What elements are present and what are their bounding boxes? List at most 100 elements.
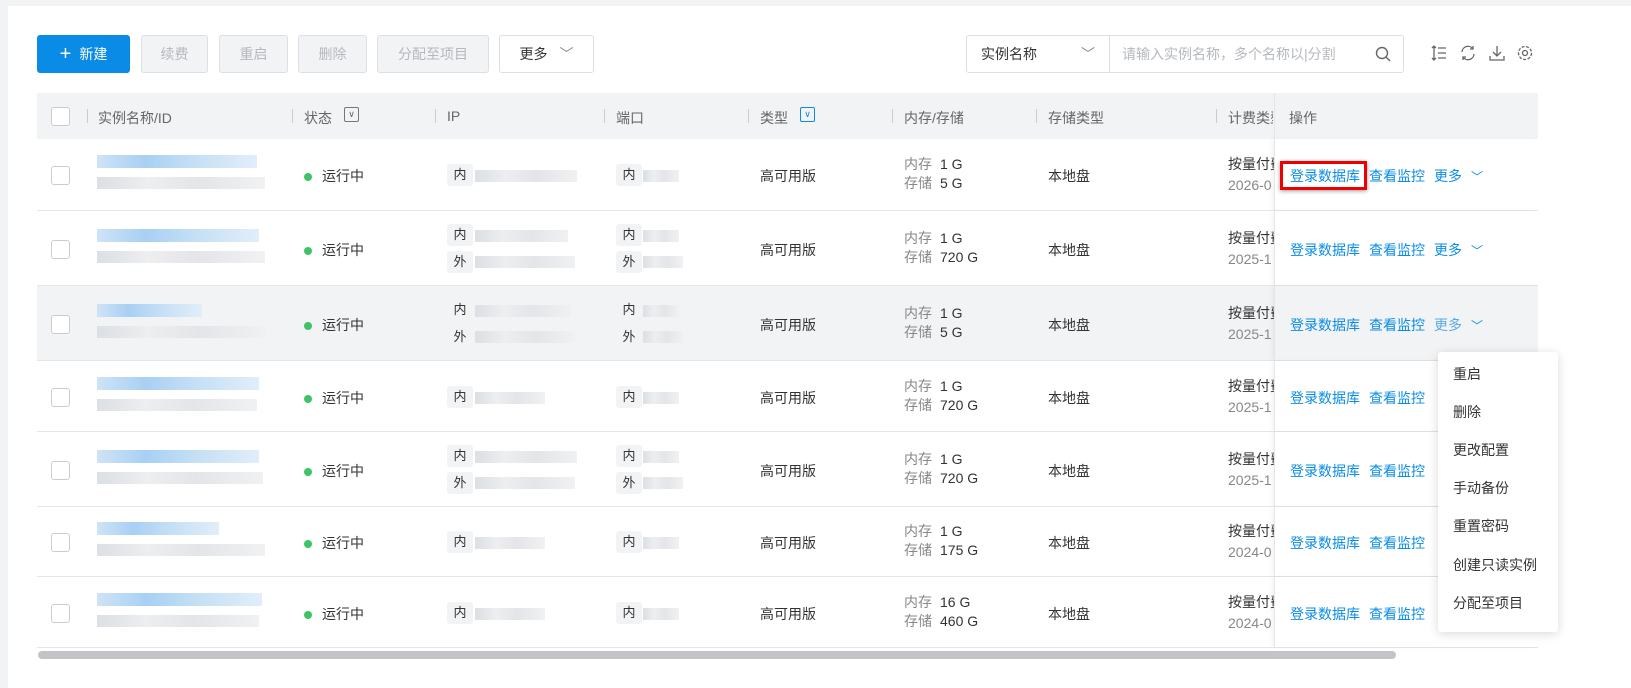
port-inner: 内 <box>616 298 642 321</box>
view-monitor-link[interactable]: 查看监控 <box>1369 242 1425 258</box>
type-cell: 高可用版 <box>760 241 816 258</box>
row-checkbox[interactable] <box>51 460 70 480</box>
mem-storage-cell: 内存 1 G 存储 720 G <box>904 450 978 488</box>
row-checkbox[interactable] <box>51 239 70 259</box>
login-database-link[interactable]: 登录数据库 <box>1290 535 1360 551</box>
status-cell: 运行中 <box>304 604 364 624</box>
port-inner-value <box>643 391 679 404</box>
ip-inner: 内 <box>447 298 473 321</box>
port-inner: 内 <box>616 385 642 408</box>
more-actions-link[interactable]: 更多 <box>1434 242 1462 258</box>
instance-name-link[interactable] <box>97 522 219 535</box>
menu-item[interactable]: 重启 <box>1453 364 1481 384</box>
row-checkbox[interactable] <box>51 166 70 185</box>
view-monitor-link[interactable]: 查看监控 <box>1369 535 1425 551</box>
refresh-icon[interactable] <box>1459 44 1477 62</box>
search-input[interactable]: 请输入实例名称，多个名称以|分割 <box>1110 36 1403 72</box>
instance-name-link[interactable] <box>97 592 262 606</box>
column-sort-icon[interactable] <box>1430 44 1448 62</box>
login-database-link[interactable]: 登录数据库 <box>1290 390 1360 406</box>
instance-name-link[interactable] <box>97 303 202 317</box>
type-filter-icon[interactable]: ∨ <box>800 107 815 122</box>
view-monitor-link[interactable]: 查看监控 <box>1369 606 1425 622</box>
instance-name-link[interactable] <box>97 155 257 168</box>
more-actions-link[interactable]: 更多 <box>1434 317 1462 333</box>
instance-name-link[interactable] <box>97 449 259 463</box>
billing-cell: 按量付费 2024-0 <box>1228 521 1274 563</box>
login-database-link[interactable]: 登录数据库 <box>1290 463 1360 479</box>
storage-label: 存储 <box>904 248 932 265</box>
row-checkbox[interactable] <box>51 603 70 623</box>
view-monitor-link[interactable]: 查看监控 <box>1369 317 1425 333</box>
instance-name-link[interactable] <box>97 228 259 242</box>
storage-value: 5 G <box>940 175 963 191</box>
mem-storage-cell: 内存 16 G 存储 460 G <box>904 593 978 631</box>
new-button[interactable]: + 新建 <box>37 35 130 73</box>
more-button[interactable]: 更多 ﹀ <box>499 35 594 73</box>
table-row[interactable]: 运行中 内 内 高可用版 内存 1 G 存储 720 G 本地盘 按量付费 2025… <box>37 361 1538 432</box>
menu-item[interactable]: 分配至项目 <box>1453 593 1523 613</box>
inner-tag: 内 <box>616 223 642 246</box>
chevron-down-icon[interactable]: ﹀ <box>1471 170 1483 184</box>
download-icon[interactable] <box>1488 44 1506 62</box>
ops-header: 操作 <box>1274 93 1538 139</box>
menu-item[interactable]: 手动备份 <box>1453 478 1509 498</box>
row-checkbox[interactable] <box>51 387 70 407</box>
storage-value: 720 G <box>940 469 979 486</box>
menu-item[interactable]: 创建只读实例 <box>1453 555 1537 575</box>
column-name: 实例名称/ID <box>98 110 172 126</box>
ip-outer-value <box>475 476 575 489</box>
search-icon[interactable] <box>1375 46 1391 62</box>
instance-id <box>97 250 265 263</box>
menu-item[interactable]: 删除 <box>1453 402 1481 422</box>
mem-storage-cell: 内存 1 G 存储 175 G <box>904 522 978 560</box>
assign-project-button[interactable]: 分配至项目 <box>377 35 489 73</box>
login-database-link[interactable]: 登录数据库 <box>1290 317 1360 333</box>
restart-button[interactable]: 重启 <box>219 35 288 73</box>
more-actions-link[interactable]: 更多 <box>1434 168 1462 184</box>
type-cell: 高可用版 <box>760 462 816 479</box>
login-database-link[interactable]: 登录数据库 <box>1290 606 1360 622</box>
outer-tag: 外 <box>447 325 473 348</box>
menu-item[interactable]: 重置密码 <box>1453 516 1509 536</box>
view-monitor-link[interactable]: 查看监控 <box>1369 463 1425 479</box>
inner-tag: 内 <box>447 298 473 321</box>
chevron-down-icon[interactable]: ﹀ <box>1471 319 1483 333</box>
table-row[interactable]: 运行中 内 外 内 外 高可用版 内存 1 G 存储 720 G 本地盘 按量付费 … <box>37 211 1538 286</box>
view-monitor-link[interactable]: 查看监控 <box>1369 390 1425 406</box>
mem-storage-cell: 内存 1 G 存储 5 G <box>904 155 963 193</box>
login-database-link[interactable]: 登录数据库 <box>1290 242 1360 258</box>
select-all-checkbox[interactable] <box>51 107 70 126</box>
horizontal-scrollbar[interactable] <box>38 651 1396 659</box>
more-dropdown-menu: 重启删除更改配置手动备份重置密码创建只读实例 分配至项目 <box>1438 352 1558 632</box>
storage-type-cell: 本地盘 <box>1048 535 1090 551</box>
view-monitor-link[interactable]: 查看监控 <box>1369 168 1425 184</box>
ip-inner: 内 <box>447 223 473 246</box>
storage-label: 存储 <box>904 323 932 340</box>
row-checkbox[interactable] <box>51 314 70 334</box>
settings-gear-icon[interactable] <box>1516 44 1534 62</box>
column-ip: IP <box>447 108 461 124</box>
row-checkbox[interactable] <box>51 533 70 552</box>
chevron-down-icon: ﹀ <box>1081 46 1095 62</box>
column-memory-storage: 内存/存储 <box>904 110 964 126</box>
ops-cell: 登录数据库 查看监控 更多 ﹀ <box>1274 286 1538 360</box>
instance-name-link[interactable] <box>97 376 259 390</box>
renew-button[interactable]: 续费 <box>141 35 208 73</box>
delete-button[interactable]: 删除 <box>298 35 367 73</box>
table-row[interactable]: 运行中 内 外 内 外 高可用版 内存 1 G 存储 5 G 本地盘 按量付费 20… <box>37 286 1538 361</box>
table-row[interactable]: 运行中 内 外 内 外 高可用版 内存 1 G 存储 720 G 本地盘 按量付费 … <box>37 432 1538 507</box>
search-field-select[interactable]: 实例名称 ﹀ <box>967 36 1110 72</box>
mem-value: 1 G <box>940 156 963 172</box>
port-inner: 内 <box>616 531 642 553</box>
status-text: 运行中 <box>322 241 364 258</box>
chevron-down-icon[interactable]: ﹀ <box>1471 244 1483 258</box>
menu-item[interactable]: 更改配置 <box>1453 440 1509 460</box>
storage-value: 720 G <box>940 248 979 265</box>
status-filter-icon[interactable]: ∨ <box>344 107 359 122</box>
ip-outer-value <box>475 330 575 343</box>
mem-value: 1 G <box>940 523 963 539</box>
table-row[interactable]: 运行中 内 内 高可用版 内存 16 G 存储 460 G 本地盘 按量付费 202… <box>37 577 1538 648</box>
table-row[interactable]: 运行中 内 内 高可用版 内存 1 G 存储 175 G 本地盘 按量付费 2024… <box>37 507 1538 577</box>
storage-value: 460 G <box>940 612 979 629</box>
